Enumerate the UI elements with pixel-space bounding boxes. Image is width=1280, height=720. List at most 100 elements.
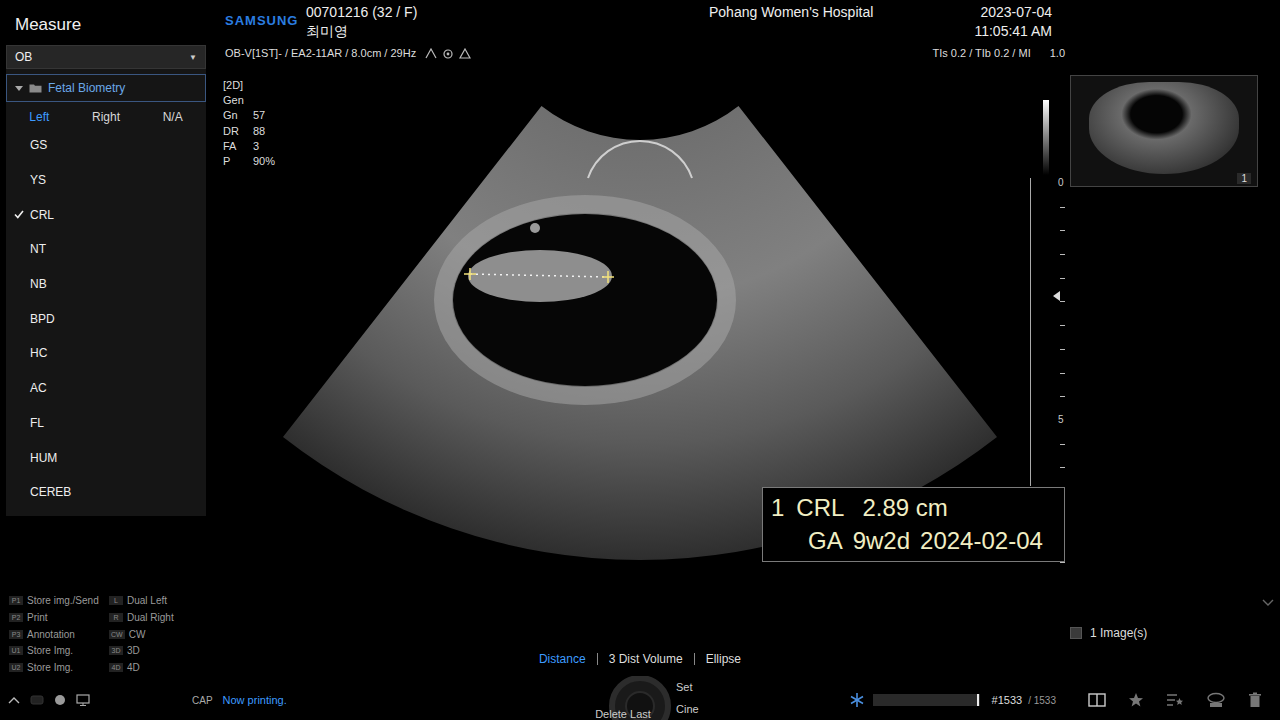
star-icon[interactable] — [1128, 692, 1144, 708]
depth-tick — [1058, 367, 1065, 391]
header: SAMSUNG00701216 (32 / F)최미영Pohang Women'… — [210, 0, 1280, 59]
folder-row[interactable]: Fetal Biometry — [6, 74, 206, 102]
measure-item-label: CEREB — [30, 485, 71, 499]
depth-tick: 5 — [1058, 414, 1065, 438]
depth-tick — [1058, 343, 1065, 367]
freeze-icon[interactable] — [849, 692, 865, 708]
shortcut-legend: P1Store img./SendP2PrintP3AnnotationU1St… — [0, 593, 210, 676]
thumbnail[interactable]: 1 — [1070, 75, 1258, 187]
measure-item[interactable]: NB — [6, 267, 206, 302]
caliper-end-icon[interactable] — [602, 271, 614, 283]
depth-tick — [1058, 319, 1065, 343]
thumbnail-strip: 1 — [1070, 75, 1258, 187]
brand-logo: SAMSUNG — [225, 3, 306, 43]
dial-cine[interactable]: Cine — [672, 698, 742, 720]
check-slot — [14, 140, 28, 150]
measure-item[interactable]: FL — [6, 406, 206, 441]
measure-panel: OB▼ Fetal Biometry LeftRightN/AGSYS CRL NT NB… — [6, 45, 206, 516]
depth-tick — [1058, 438, 1065, 462]
check-slot — [14, 418, 28, 428]
tick-mark — [1060, 254, 1065, 255]
side-tab[interactable]: N/A — [139, 106, 206, 128]
focus-marker-icon[interactable] — [1053, 291, 1060, 301]
measure-item-label: AC — [30, 381, 47, 395]
measure-item[interactable]: AC — [6, 371, 206, 406]
date-time: 2023-07-0411:05:41 AM — [972, 3, 1052, 43]
shortcut-label: Dual Left — [127, 595, 167, 606]
side-tabs: LeftRightN/A — [6, 106, 206, 128]
measure-item-label: HC — [30, 346, 47, 360]
measure-item-label: CRL — [30, 208, 54, 222]
measure-item[interactable]: NT — [6, 232, 206, 267]
dial-set-right[interactable]: Set — [672, 676, 742, 698]
measure-sidebar: MeasureOB▼Fetal BiometryLeftRightN/AGSYS… — [0, 0, 210, 684]
key-badge: U1 — [9, 646, 23, 655]
collapse-chevron-icon[interactable] — [1262, 599, 1274, 607]
tick-mark — [1060, 562, 1065, 563]
tick-mark — [1060, 207, 1065, 208]
frame-total: / 1533 — [1028, 695, 1056, 706]
check-slot — [14, 487, 28, 497]
dial-delete-last[interactable]: Delete Last — [518, 698, 732, 720]
edd-value: 2024-02-04 — [920, 524, 1043, 557]
measurement-value: 2.89 cm — [862, 491, 947, 524]
ultrasound-image — [210, 0, 1070, 684]
shortcut: P1Store img./Send — [9, 593, 109, 610]
depth-label: 0 — [1058, 177, 1064, 189]
date: 2023-07-04 — [972, 3, 1052, 22]
check-slot — [14, 348, 28, 358]
measure-item[interactable]: CRL — [6, 197, 206, 232]
side-tab[interactable]: Left — [6, 106, 73, 128]
folder-icon — [29, 83, 42, 93]
cine-position — [977, 694, 979, 706]
exam-dropdown[interactable]: OB▼ — [6, 45, 206, 69]
measure-item[interactable]: YS — [6, 163, 206, 198]
grayscale-bar — [1043, 100, 1049, 175]
dicom-icon[interactable] — [1206, 692, 1226, 708]
shortcut-label: CW — [129, 629, 146, 640]
shortcut-label: Store img./Send — [27, 595, 99, 606]
measure-item[interactable]: BPD — [6, 301, 206, 336]
key-badge: 3D — [109, 646, 123, 655]
caliper-start-icon[interactable] — [464, 268, 476, 280]
shortcut: P3Annotation — [9, 626, 109, 643]
shortcut-label: 3D — [127, 645, 140, 656]
measure-item[interactable]: HUM — [6, 440, 206, 475]
shortcut: U1Store Img. — [9, 643, 109, 660]
side-tab[interactable]: Right — [73, 106, 140, 128]
image-count[interactable]: 1 Image(s) — [1070, 626, 1147, 640]
tick-mark — [1060, 325, 1065, 326]
depth-cursor-line — [1030, 178, 1031, 486]
depth-tick: 0 — [1058, 177, 1065, 201]
measure-item[interactable]: GS — [6, 128, 206, 163]
expand-up-icon[interactable] — [8, 696, 20, 704]
tool-option[interactable]: Distance — [539, 652, 586, 666]
shortcut-label: Store Img. — [27, 662, 73, 673]
ga-value: 9w2d — [853, 524, 910, 557]
expand-caret-icon — [15, 86, 23, 91]
key-badge: P3 — [9, 630, 23, 639]
folder-label: Fetal Biometry — [48, 81, 125, 95]
shortcut: CWCW — [109, 626, 205, 643]
tool-option[interactable]: Ellipse — [706, 652, 741, 666]
thumbnail-index: 1 — [1237, 173, 1251, 184]
image-param: Gn57 — [223, 108, 275, 123]
frame-number: #1533 — [992, 694, 1023, 706]
tick-mark — [1060, 396, 1065, 397]
key-badge: 4D — [109, 663, 123, 672]
starred-list-icon[interactable] — [1166, 692, 1184, 708]
measure-tools: Distance 3 Dist Volume Ellipse — [480, 652, 800, 666]
image-count-checkbox[interactable] — [1070, 627, 1082, 639]
cine-bar[interactable] — [873, 694, 980, 706]
measure-item-label: NB — [30, 277, 47, 291]
key-badge: R — [109, 613, 123, 622]
trash-icon[interactable] — [1248, 692, 1262, 708]
tool-option[interactable]: 3 Dist Volume — [609, 652, 683, 666]
measure-item[interactable]: CEREB — [6, 475, 206, 510]
depth-tick — [1058, 295, 1065, 319]
compound-icon — [442, 48, 454, 59]
tick-mark — [1060, 444, 1065, 445]
measure-item[interactable]: HC — [6, 336, 206, 371]
split-view-icon[interactable] — [1088, 693, 1106, 707]
measure-item-label: HUM — [30, 451, 57, 465]
